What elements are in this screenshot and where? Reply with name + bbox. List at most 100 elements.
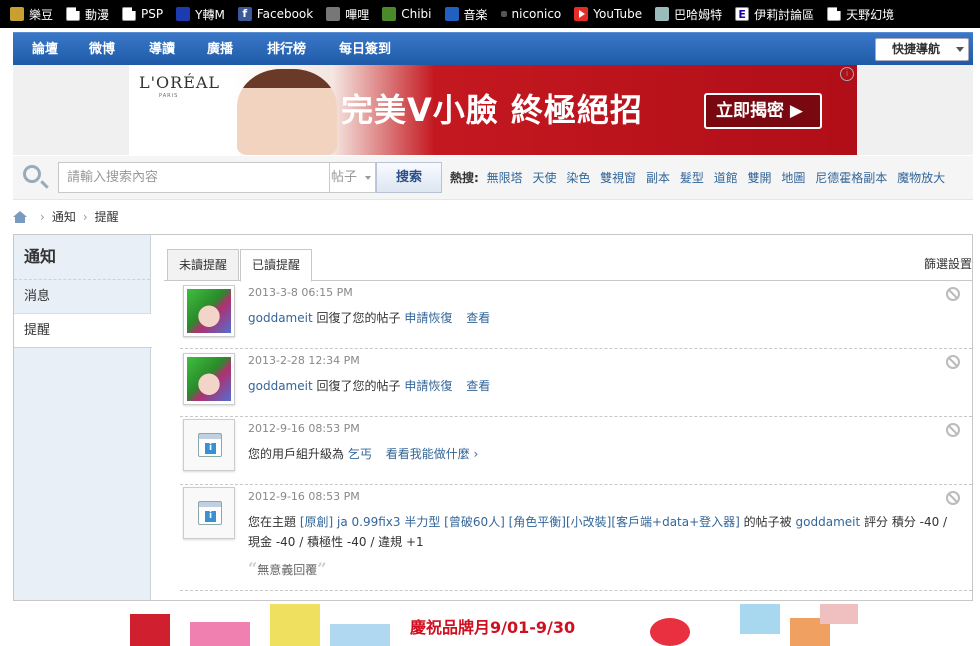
- chevron-down-icon: [365, 176, 371, 180]
- breadcrumb-separator: ›: [82, 210, 88, 224]
- hot-searches: 熱搜: 無限塔 天使 染色 雙視窗 副本 髮型 道館 雙開 地圖 尼德霍格副本 …: [450, 156, 951, 200]
- delete-icon[interactable]: [946, 287, 960, 301]
- hot-keyword[interactable]: 地圖: [781, 171, 805, 185]
- ad-decoration: [820, 604, 858, 624]
- hot-keyword[interactable]: 無限塔: [487, 171, 523, 185]
- chevron-down-icon: [956, 47, 964, 52]
- home-icon[interactable]: [13, 211, 27, 223]
- breadcrumb-notice[interactable]: 通知: [52, 206, 76, 228]
- tab-unread[interactable]: 未讀提醒: [167, 249, 240, 281]
- user-link[interactable]: goddameit: [248, 379, 313, 393]
- search-button[interactable]: 搜索: [376, 162, 442, 193]
- info-window-icon: [198, 433, 222, 457]
- tv-icon: [326, 7, 341, 21]
- hot-keyword[interactable]: 染色: [566, 171, 590, 185]
- search-type-value: 帖子: [331, 170, 358, 185]
- banner-cta-button[interactable]: 立即揭密 ▶: [704, 93, 822, 129]
- hot-keyword[interactable]: 副本: [646, 171, 670, 185]
- view-link[interactable]: 查看: [466, 379, 490, 393]
- search-type-select[interactable]: 帖子: [330, 162, 376, 193]
- avatar[interactable]: [183, 285, 235, 337]
- bookmark-ymp[interactable]: Y轉M: [176, 6, 225, 23]
- request-restore-link[interactable]: 申請恢復: [404, 379, 452, 393]
- delete-icon[interactable]: [946, 355, 960, 369]
- system-notice-icon: [183, 419, 235, 471]
- bookmark-bilibili[interactable]: 嗶哩: [326, 6, 369, 23]
- request-restore-link[interactable]: 申請恢復: [404, 311, 452, 325]
- nav-ranking[interactable]: 排行榜: [267, 33, 306, 66]
- notification-content: 未讀提醒 已讀提醒 篩選設置 2013-3-8 06:15 PM goddame…: [164, 235, 972, 600]
- thread-link[interactable]: [原創] ja 0.99fix3 半力型 [曾破60人] [角色平衡][小改裝]…: [300, 515, 740, 529]
- avatar-image: [187, 357, 231, 401]
- ad-decoration: [650, 618, 690, 646]
- hot-keyword[interactable]: 道館: [714, 171, 738, 185]
- ad-decoration: [190, 622, 250, 646]
- bookmark-facebook[interactable]: f Facebook: [237, 7, 313, 21]
- bookmark-ledou[interactable]: 樂豆: [10, 6, 53, 23]
- avatar[interactable]: [183, 353, 235, 405]
- ad-decoration: [740, 604, 780, 634]
- bahamut-icon: [655, 7, 670, 21]
- user-group-link[interactable]: 乞丐: [348, 447, 372, 461]
- document-icon: [66, 7, 81, 21]
- ad-decoration: [270, 604, 320, 646]
- avatar-image: [187, 289, 231, 333]
- facebook-icon: f: [237, 7, 252, 21]
- sidebar-item-reminders[interactable]: 提醒: [14, 314, 152, 348]
- delete-icon[interactable]: [946, 423, 960, 437]
- quick-nav-button[interactable]: 快捷導航: [875, 38, 969, 61]
- dot-icon: [500, 11, 507, 17]
- bookmark-chibi[interactable]: Chibi: [382, 7, 432, 21]
- hot-keyword[interactable]: 尼德霍格副本: [815, 171, 887, 185]
- see-permissions-link[interactable]: 看看我能做什麼 ›: [386, 447, 479, 461]
- document-icon: [827, 7, 842, 21]
- bookmark-eyny[interactable]: E 伊莉討論區: [735, 6, 814, 23]
- info-window-icon: [198, 501, 222, 525]
- hot-keyword[interactable]: 雙視窗: [600, 171, 636, 185]
- delete-icon[interactable]: [946, 491, 960, 505]
- notice-body: goddameit 回復了您的帖子 申請恢復 查看: [248, 376, 958, 396]
- notice-item: 2012-9-16 08:53 PM 您的用戶組升級為 乞丐 看看我能做什麼 ›: [180, 417, 972, 485]
- notice-time: 2013-2-28 12:34 PM: [248, 354, 360, 367]
- sidebar-title: 通知: [14, 235, 150, 280]
- chibi-icon: [382, 7, 397, 21]
- rating-reason-text: 無意義回覆: [257, 563, 318, 577]
- main-nav: 論壇 微博 導讀 廣播 排行榜 每日簽到 快捷導航: [13, 32, 973, 65]
- bookmark-music[interactable]: 音楽: [444, 6, 488, 23]
- bookmark-psp[interactable]: PSP: [122, 7, 163, 21]
- hot-keyword[interactable]: 髮型: [680, 171, 704, 185]
- hot-keyword[interactable]: 雙開: [748, 171, 772, 185]
- user-link[interactable]: goddameit: [248, 311, 313, 325]
- nav-guide[interactable]: 導讀: [149, 33, 175, 66]
- hot-keyword[interactable]: 魔物放大: [897, 171, 945, 185]
- filter-settings-link[interactable]: 篩選設置: [924, 255, 972, 272]
- search-input[interactable]: [58, 162, 330, 193]
- nav-weibo[interactable]: 微博: [89, 33, 115, 66]
- nav-broadcast[interactable]: 廣播: [207, 33, 233, 66]
- breadcrumb-separator: ›: [40, 210, 45, 224]
- sidebar: 通知 消息 提醒: [14, 235, 152, 600]
- nav-daily-checkin[interactable]: 每日簽到: [339, 33, 391, 66]
- user-link[interactable]: goddameit: [796, 515, 861, 529]
- ad-decoration: [330, 624, 390, 646]
- sidebar-item-messages[interactable]: 消息: [14, 280, 150, 314]
- bookmarks-bar: 樂豆 動漫 PSP Y轉M f Facebook 嗶哩 Chibi 音楽 nico…: [0, 0, 980, 28]
- bottom-ad-text: 慶祝品牌月9/01-9/30: [410, 618, 576, 637]
- notice-time: 2012-9-16 08:53 PM: [248, 490, 360, 503]
- nav-forum[interactable]: 論壇: [32, 33, 58, 66]
- bookmark-niconico[interactable]: niconico: [500, 7, 561, 21]
- reminder-tabs: 未讀提醒 已讀提醒 篩選設置: [164, 235, 972, 282]
- bookmark-amano[interactable]: 天野幻境: [827, 6, 894, 23]
- view-link[interactable]: 查看: [466, 311, 490, 325]
- loreal-banner-ad[interactable]: L'ORÉAL PARIS 完美V小臉 終極絕招 立即揭密 ▶: [129, 65, 857, 155]
- bookmark-anime[interactable]: 動漫: [66, 6, 109, 23]
- eyny-icon: E: [735, 7, 750, 21]
- notice-body: goddameit 回復了您的帖子 申請恢復 查看: [248, 308, 958, 328]
- ad-info-icon[interactable]: i: [840, 67, 854, 81]
- bottom-banner-ad[interactable]: 慶祝品牌月9/01-9/30: [130, 604, 858, 646]
- bookmark-bahamut[interactable]: 巴哈姆特: [655, 6, 722, 23]
- hot-keyword[interactable]: 天使: [532, 171, 556, 185]
- bookmark-youtube[interactable]: YouTube: [574, 7, 642, 21]
- tab-read[interactable]: 已讀提醒: [240, 249, 313, 282]
- rating-reason: “無意義回覆”: [248, 559, 326, 578]
